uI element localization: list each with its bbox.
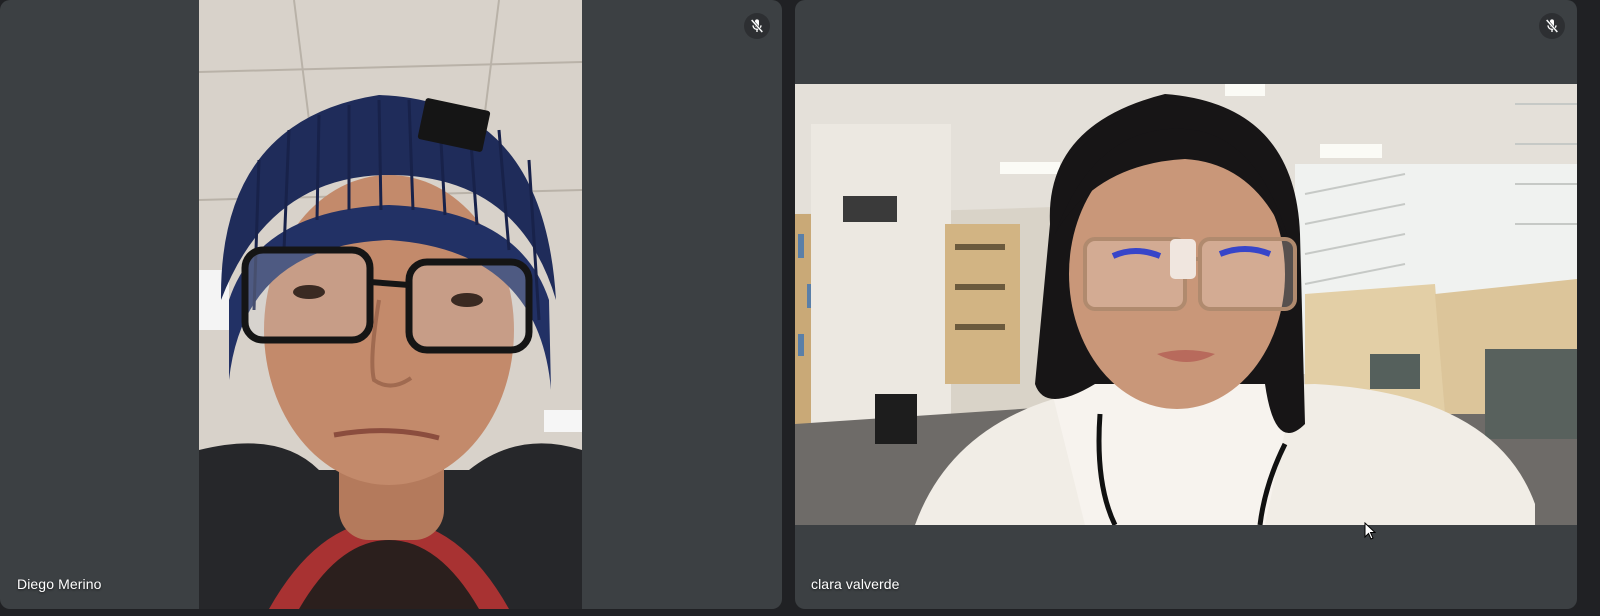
mic-off-icon <box>749 18 765 34</box>
participant-video-clara <box>795 84 1577 525</box>
participant-name: Diego Merino <box>17 576 102 592</box>
mic-off-indicator <box>1539 13 1565 39</box>
mouse-cursor-icon <box>1364 521 1377 545</box>
mic-off-icon <box>1544 18 1560 34</box>
mic-off-indicator <box>744 13 770 39</box>
participant-tile-diego[interactable]: Diego Merino <box>0 0 782 609</box>
participant-name: clara valverde <box>811 576 900 592</box>
participant-tile-clara[interactable]: clara valverde <box>795 0 1577 609</box>
participant-video-diego <box>199 0 582 609</box>
